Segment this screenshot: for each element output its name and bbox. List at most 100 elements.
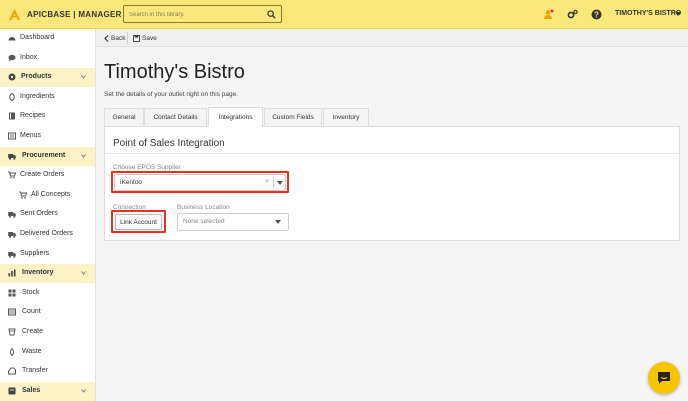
save-icon	[133, 35, 140, 42]
sidebar-section-inventory[interactable]: Inventory	[0, 264, 95, 284]
business-location-select[interactable]: None selected	[177, 213, 289, 231]
sidebar-item-label: Procurement	[22, 151, 66, 159]
supplier-highlight-box	[111, 171, 289, 193]
ingredients-icon	[9, 92, 15, 101]
sidebar-item-label: Create Orders	[20, 171, 65, 179]
business-location-label: Business Location	[177, 204, 230, 211]
chevron-down-icon[interactable]	[275, 220, 281, 224]
products-icon	[8, 73, 16, 81]
sidebar-item-stock[interactable]: Stock	[0, 284, 95, 303]
sidebar-item-all-concepts[interactable]: All Concepts	[0, 186, 95, 205]
sidebar-section-sales[interactable]: Sales	[0, 381, 95, 401]
menus-icon	[8, 132, 16, 140]
save-label: Save	[142, 35, 157, 42]
top-bar: APICBASE | MANAGER ? TIMOTHY'S BISTRO	[0, 0, 688, 29]
back-button[interactable]: Back	[101, 32, 128, 45]
chevron-down-icon[interactable]	[81, 153, 86, 158]
apicbase-logo-icon[interactable]	[8, 8, 21, 21]
procurement-icon	[8, 153, 16, 160]
tab-custom-fields[interactable]: Custom Fields	[264, 108, 322, 126]
sidebar-item-create[interactable]: Create	[0, 323, 95, 342]
sidebar: Dashboard Inbox Products Ingredients Rec…	[0, 29, 96, 401]
create-icon	[8, 328, 16, 336]
chevron-down-icon[interactable]	[675, 12, 681, 16]
tab-contact-details[interactable]: Contact Details	[144, 108, 207, 126]
brand-title: APICBASE | MANAGER	[27, 10, 122, 19]
section-title: Point of Sales Integration	[113, 138, 225, 149]
user-alert-icon[interactable]	[543, 9, 554, 20]
sidebar-item-sent-orders[interactable]: Sent Orders	[0, 205, 95, 224]
sent-icon	[8, 212, 16, 219]
toolbar-divider	[127, 32, 128, 44]
chat-icon	[658, 372, 670, 384]
sidebar-item-label: Transfer	[22, 367, 48, 375]
section-divider	[105, 153, 679, 154]
sidebar-item-suppliers[interactable]: Suppliers	[0, 245, 95, 264]
chevron-down-icon[interactable]	[81, 388, 86, 393]
sidebar-item-label: Inventory	[22, 269, 54, 277]
transfer-icon	[8, 367, 16, 375]
count-icon	[8, 308, 16, 316]
sidebar-item-label: Stock	[22, 288, 40, 296]
tab-integrations[interactable]: Integrations	[208, 107, 263, 127]
sidebar-item-transfer[interactable]: Transfer	[0, 362, 95, 381]
settings-icon[interactable]	[567, 9, 578, 20]
sidebar-section-procurement[interactable]: Procurement	[0, 146, 95, 166]
integration-panel: Point of Sales Integration Choose EPOS S…	[104, 126, 680, 241]
page-title: Timothy's Bistro	[104, 61, 245, 83]
sidebar-item-label: Products	[21, 73, 52, 81]
page-toolbar: Back Save	[96, 29, 688, 47]
chevron-down-icon[interactable]	[81, 271, 86, 275]
help-icon[interactable]: ?	[591, 9, 602, 20]
sidebar-item-recipes[interactable]: Recipes	[0, 107, 95, 126]
chevron-down-icon[interactable]	[81, 75, 86, 79]
sidebar-item-label: Menus	[20, 132, 42, 139]
sidebar-item-label: Recipes	[20, 112, 46, 120]
search-input[interactable]	[129, 8, 259, 21]
save-button[interactable]: Save	[130, 32, 160, 45]
page-description: Set the details of your outlet right on …	[104, 91, 239, 98]
sidebar-item-label: Create	[22, 328, 44, 335]
sidebar-item-delivered-orders[interactable]: Delivered Orders	[0, 225, 95, 244]
waste-icon	[9, 347, 15, 356]
sidebar-item-ingredients[interactable]: Ingredients	[0, 88, 95, 107]
chevron-left-icon	[104, 35, 109, 42]
library-search	[123, 5, 282, 23]
sidebar-item-label: Waste	[22, 347, 42, 355]
sidebar-item-label: All Concepts	[31, 190, 71, 198]
link-account-highlight-box	[111, 210, 166, 233]
sidebar-item-label: Suppliers	[20, 249, 50, 257]
sidebar-item-label: Delivered Orders	[20, 230, 73, 237]
cart-icon	[8, 171, 16, 179]
tab-inventory[interactable]: Inventory	[323, 108, 369, 126]
sidebar-item-waste[interactable]: Waste	[0, 343, 95, 362]
sidebar-item-label: Inbox	[20, 53, 38, 61]
recipes-icon	[9, 112, 15, 120]
svg-text:?: ?	[594, 10, 599, 19]
chat-launcher-button[interactable]	[648, 362, 680, 394]
sidebar-item-dashboard[interactable]: Dashboard	[0, 29, 95, 48]
back-label: Back	[111, 35, 126, 42]
sidebar-item-count[interactable]: Count	[0, 303, 95, 322]
sidebar-item-label: Ingredients	[20, 92, 55, 100]
suppliers-icon	[8, 251, 16, 258]
sidebar-item-inbox[interactable]: Inbox	[0, 49, 95, 68]
sidebar-item-label: Count	[22, 308, 41, 316]
account-menu[interactable]: TIMOTHY'S BISTRO	[615, 10, 681, 17]
stock-icon	[8, 289, 16, 297]
epos-supplier-label: Choose EPOS Supplier	[113, 164, 181, 171]
inventory-icon	[8, 269, 16, 277]
business-location-value: None selected	[183, 218, 225, 225]
sidebar-section-products[interactable]: Products	[0, 68, 95, 88]
sidebar-item-label: Dashboard	[20, 34, 55, 41]
search-icon[interactable]	[267, 10, 276, 19]
sidebar-item-create-orders[interactable]: Create Orders	[0, 166, 95, 185]
dashboard-icon	[8, 37, 16, 41]
sidebar-item-menus[interactable]: Menus	[0, 127, 95, 146]
cart-icon	[19, 191, 27, 199]
truck-icon	[8, 232, 16, 238]
sidebar-item-label: Sales	[22, 386, 41, 394]
tab-general[interactable]: General	[104, 108, 144, 126]
sidebar-item-label: Sent Orders	[20, 210, 58, 218]
sales-icon	[8, 387, 16, 395]
